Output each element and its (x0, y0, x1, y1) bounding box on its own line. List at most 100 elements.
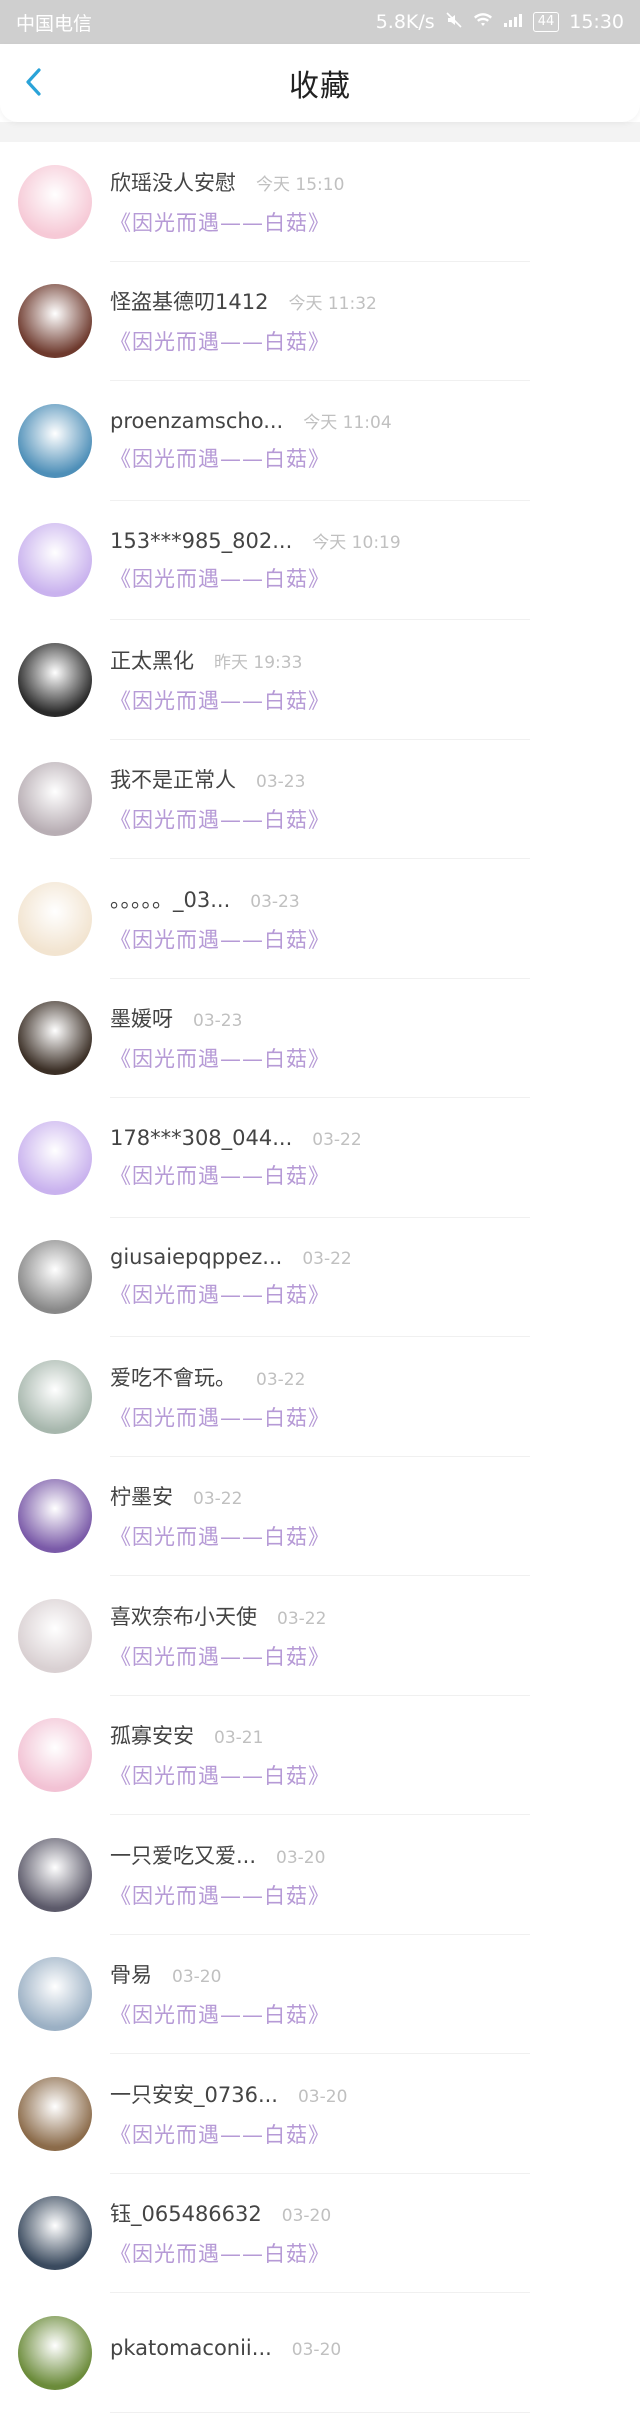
work-title-link[interactable]: 《因光而遇——白菇》 (110, 207, 344, 237)
list-item[interactable]: 一只安安_0736... 03-20 《因光而遇——白菇》 (0, 2054, 640, 2174)
user-name: 我不是正常人 (110, 768, 236, 793)
avatar[interactable] (18, 1479, 92, 1554)
list-item[interactable]: 一只爱吃又爱... 03-20 《因光而遇——白菇》 (0, 1815, 640, 1935)
work-title-link[interactable]: 《因光而遇——白菇》 (110, 2238, 331, 2268)
avatar[interactable] (18, 164, 92, 239)
avatar[interactable] (18, 1837, 92, 1912)
work-title-link[interactable]: 《因光而遇——白菇》 (110, 1402, 330, 1432)
item-header-row: 153***985_802... 今天 10:19 (110, 528, 401, 553)
avatar[interactable] (18, 1718, 92, 1793)
work-title-link[interactable]: 《因光而遇——白菇》 (110, 563, 401, 593)
work-title-link[interactable]: 《因光而遇——白菇》 (110, 1160, 362, 1190)
item-header-row: 我不是正常人 03-23 (110, 764, 330, 794)
item-info: 欣瑶没人安慰 今天 15:10 《因光而遇——白菇》 (110, 167, 344, 237)
work-title-link[interactable]: 《因光而遇——白菇》 (110, 804, 330, 834)
timestamp: 今天 10:19 (312, 532, 401, 553)
network-speed: 5.8K/s (375, 11, 435, 33)
avatar[interactable] (18, 881, 92, 956)
page-title: 收藏 (289, 69, 351, 104)
user-name: 喜欢奈布小天使 (110, 1604, 257, 1629)
work-title-link[interactable]: 《因光而遇——白菇》 (110, 1880, 330, 1910)
user-name: 欣瑶没人安慰 (110, 170, 236, 195)
list-item[interactable]: proenzamscho... 今天 11:04 《因光而遇——白菇》 (0, 381, 640, 501)
item-info: 怪盗基德叨1412 今天 11:32 《因光而遇——白菇》 (110, 286, 377, 356)
work-title-link[interactable]: 《因光而遇——白菇》 (110, 1043, 330, 1073)
list-item[interactable]: 孤寡安安 03-21 《因光而遇——白菇》 (0, 1696, 640, 1816)
work-title-link[interactable]: 《因光而遇——白菇》 (110, 685, 330, 715)
user-name: 正太黑化 (110, 648, 194, 673)
item-header-row: 孤寡安安 03-21 (110, 1720, 330, 1750)
avatar[interactable] (18, 1120, 92, 1195)
work-title-link[interactable]: 《因光而遇——白菇》 (110, 1999, 330, 2029)
user-name: proenzamscho... (110, 409, 284, 434)
list-item[interactable]: 。。。。。_03... 03-23 《因光而遇——白菇》 (0, 859, 640, 979)
clock: 15:30 (569, 11, 624, 33)
avatar[interactable] (18, 2196, 92, 2271)
item-header-row: 。。。。。_03... 03-23 (110, 884, 330, 914)
avatar[interactable] (18, 642, 92, 717)
item-info: proenzamscho... 今天 11:04 《因光而遇——白菇》 (110, 408, 392, 473)
user-name: 柠墨安 (110, 1485, 173, 1510)
list-item[interactable]: 骨易 03-20 《因光而遇——白菇》 (0, 1935, 640, 2055)
avatar[interactable] (18, 284, 92, 359)
work-title-link[interactable]: 《因光而遇——白菇》 (110, 1521, 330, 1551)
list-item[interactable]: 钰_065486632 03-20 《因光而遇——白菇》 (0, 2174, 640, 2294)
timestamp: 03-22 (302, 1249, 352, 1270)
back-button[interactable] (14, 64, 54, 104)
list-item[interactable]: 正太黑化 昨天 19:33 《因光而遇——白菇》 (0, 620, 640, 740)
avatar[interactable] (18, 2076, 92, 2151)
timestamp: 03-22 (277, 1608, 327, 1629)
work-title-link[interactable]: 《因光而遇——白菇》 (110, 924, 330, 954)
user-name: 153***985_802... (110, 528, 293, 553)
mute-icon (445, 11, 463, 34)
avatar[interactable] (18, 1001, 92, 1076)
work-title-link[interactable]: 《因光而遇——白菇》 (110, 326, 377, 356)
item-info: 骨易 03-20 《因光而遇——白菇》 (110, 1959, 330, 2029)
work-title-link[interactable]: 《因光而遇——白菇》 (110, 1760, 330, 1790)
list-item[interactable]: 怪盗基德叨1412 今天 11:32 《因光而遇——白菇》 (0, 262, 640, 382)
user-name: 178***308_044... (110, 1125, 293, 1150)
list-item[interactable]: 墨媛呀 03-23 《因光而遇——白菇》 (0, 979, 640, 1099)
avatar[interactable] (18, 2315, 92, 2390)
work-title-link[interactable]: 《因光而遇——白菇》 (110, 443, 392, 473)
signal-icon (503, 11, 523, 33)
list-item[interactable]: 喜欢奈布小天使 03-22 《因光而遇——白菇》 (0, 1576, 640, 1696)
avatar[interactable] (18, 1240, 92, 1315)
list-item[interactable]: 爱吃不會玩。 03-22 《因光而遇——白菇》 (0, 1337, 640, 1457)
work-title-link[interactable]: 《因光而遇——白菇》 (110, 2119, 347, 2149)
avatar[interactable] (18, 1598, 92, 1673)
user-name: pkatomaconii... (110, 2335, 272, 2360)
list-item[interactable]: 柠墨安 03-22 《因光而遇——白菇》 (0, 1457, 640, 1577)
timestamp: 今天 15:10 (256, 174, 345, 195)
item-info: pkatomaconii... 03-20 (110, 2336, 341, 2370)
item-header-row: pkatomaconii... 03-20 (110, 2336, 341, 2360)
list-item[interactable]: 欣瑶没人安慰 今天 15:10 《因光而遇——白菇》 (0, 142, 640, 262)
timestamp: 03-20 (281, 2206, 332, 2227)
chevron-left-icon (24, 67, 44, 101)
timestamp: 03-23 (256, 772, 306, 793)
timestamp: 03-20 (291, 2339, 342, 2360)
carrier-label: 中国电信 (16, 12, 93, 35)
favorites-list: 欣瑶没人安慰 今天 15:10 《因光而遇——白菇》 怪盗基德叨1412 今天 11:3… (0, 142, 640, 2413)
avatar[interactable] (18, 762, 92, 837)
avatar[interactable] (18, 1359, 92, 1434)
list-item[interactable]: 我不是正常人 03-23 《因光而遇——白菇》 (0, 740, 640, 860)
work-title-link[interactable]: 《因光而遇——白菇》 (110, 1641, 330, 1671)
avatar[interactable] (18, 1957, 92, 2032)
list-item[interactable]: 153***985_802... 今天 10:19 《因光而遇——白菇》 (0, 501, 640, 621)
user-name: 孤寡安安 (110, 1724, 194, 1749)
user-name: 一只安安_0736... (110, 2082, 278, 2107)
item-header-row: 柠墨安 03-22 (110, 1481, 330, 1511)
timestamp: 03-22 (193, 1489, 243, 1510)
avatar[interactable] (18, 523, 92, 598)
user-name: giusaiepqppez... (110, 1245, 283, 1270)
list-item[interactable]: 178***308_044... 03-22 《因光而遇——白菇》 (0, 1098, 640, 1218)
avatar[interactable] (18, 403, 92, 478)
list-item[interactable]: giusaiepqppez... 03-22 《因光而遇——白菇》 (0, 1218, 640, 1338)
item-header-row: 178***308_044... 03-22 (110, 1126, 362, 1150)
work-title-link[interactable]: 《因光而遇——白菇》 (110, 1279, 352, 1309)
user-name: 钰_065486632 (110, 2202, 262, 2227)
section-divider (0, 122, 640, 142)
timestamp: 03-20 (297, 2086, 348, 2107)
list-item[interactable]: pkatomaconii... 03-20 (0, 2293, 640, 2413)
